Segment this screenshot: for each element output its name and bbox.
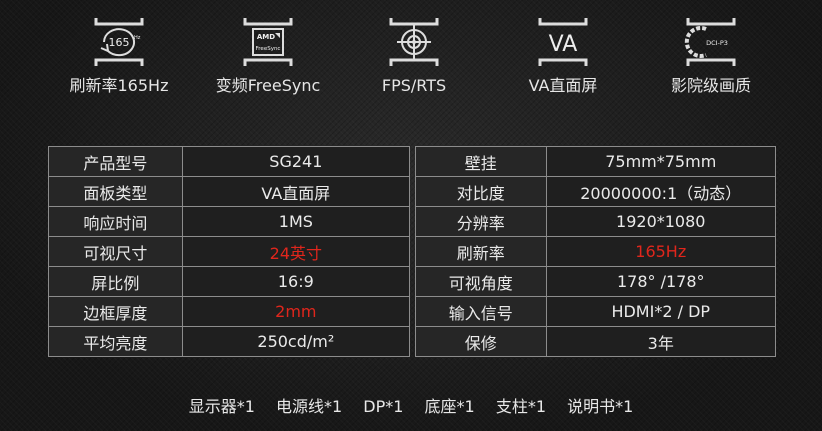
spec-key: 对比度 — [415, 176, 547, 207]
spec-row: 输入信号 HDMI*2 / DP — [415, 296, 776, 327]
spec-row: 平均亮度 250cd/m² — [48, 326, 411, 357]
spec-row: 产品型号 SG241 — [48, 146, 411, 177]
spec-value: VA直面屏 — [181, 176, 411, 207]
accessory-item: 说明书*1 — [567, 397, 634, 416]
spec-key: 产品型号 — [48, 146, 183, 177]
spec-key: 刷新率 — [415, 236, 547, 267]
spec-key: 可视角度 — [415, 266, 547, 297]
amd-freesync-icon: AMD FreeSync — [243, 18, 293, 66]
feature-label: VA直面屏 — [528, 76, 598, 95]
svg-text:FreeSync: FreeSync — [256, 46, 281, 52]
spec-key: 面板类型 — [48, 176, 183, 207]
spec-row: 壁挂 75mm*75mm — [415, 146, 776, 177]
accessory-item: DP*1 — [363, 397, 404, 416]
feature-label: 刷新率165Hz — [69, 76, 169, 95]
accessory-item: 电源线*1 — [276, 397, 343, 416]
spec-key: 响应时间 — [48, 206, 183, 237]
spec-row: 可视尺寸 24英寸 — [48, 236, 411, 267]
accessory-item: 显示器*1 — [188, 397, 255, 416]
spec-row: 边框厚度 2mm — [48, 296, 411, 327]
spec-row: 屏比例 16:9 — [48, 266, 411, 297]
spec-value: 1920*1080 — [545, 206, 776, 237]
spec-row: 可视角度 178° /178° — [415, 266, 776, 297]
feature-freesync: AMD FreeSync 变频FreeSync — [193, 12, 343, 112]
spec-value: HDMI*2 / DP — [545, 296, 776, 327]
spec-row: 面板类型 VA直面屏 — [48, 176, 411, 207]
spec-key: 壁挂 — [415, 146, 547, 177]
refresh-165hz-icon: 165 Hz — [94, 18, 144, 66]
spec-row: 分辨率 1920*1080 — [415, 206, 776, 237]
spec-key: 分辨率 — [415, 206, 547, 237]
va-panel-icon: VA — [538, 18, 588, 66]
svg-text:165: 165 — [109, 36, 130, 49]
spec-key: 边框厚度 — [48, 296, 183, 327]
spec-value: 75mm*75mm — [545, 146, 776, 177]
feature-label: FPS/RTS — [381, 76, 447, 95]
svg-text:AMD: AMD — [257, 33, 275, 41]
accessory-item: 支柱*1 — [495, 397, 546, 416]
spec-value-highlight: 2mm — [181, 296, 411, 327]
spec-value: 16:9 — [181, 266, 411, 297]
spec-key: 屏比例 — [48, 266, 183, 297]
spec-table-left: 产品型号 SG241 面板类型 VA直面屏 响应时间 1MS 可视尺寸 24英寸… — [48, 146, 411, 357]
accessories-list: 显示器*1 电源线*1 DP*1 底座*1 支柱*1 说明书*1 — [0, 393, 822, 417]
spec-value: 250cd/m² — [181, 326, 411, 357]
spec-value: 3年 — [545, 326, 776, 357]
accessory-item: 底座*1 — [424, 397, 475, 416]
feature-va-panel: VA VA直面屏 — [488, 12, 638, 112]
feature-label: 影院级画质 — [670, 76, 751, 95]
spec-value: SG241 — [181, 146, 411, 177]
spec-row: 对比度 20000000:1（动态） — [415, 176, 776, 207]
spec-value-highlight: 165Hz — [545, 236, 776, 267]
spec-value: 178° /178° — [545, 266, 776, 297]
spec-key: 保修 — [415, 326, 547, 357]
svg-text:DCI-P3: DCI-P3 — [706, 39, 728, 47]
spec-value-highlight: 24英寸 — [181, 236, 411, 267]
feature-icons-row: 165 Hz 刷新率165Hz AMD FreeSync 变频FreeSync … — [0, 12, 822, 112]
spec-key: 可视尺寸 — [48, 236, 183, 267]
spec-row: 刷新率 165Hz — [415, 236, 776, 267]
dci-p3-icon: DCI-P3 — [684, 18, 736, 66]
spec-value: 1MS — [181, 206, 411, 237]
feature-fps-rts: FPS/RTS — [339, 12, 489, 112]
spec-key: 平均亮度 — [48, 326, 183, 357]
spec-value: 20000000:1（动态） — [545, 176, 776, 207]
spec-row: 保修 3年 — [415, 326, 776, 357]
spec-row: 响应时间 1MS — [48, 206, 411, 237]
feature-refresh-rate: 165 Hz 刷新率165Hz — [44, 12, 194, 112]
svg-text:VA: VA — [549, 32, 578, 57]
feature-label: 变频FreeSync — [215, 76, 321, 95]
feature-cinema-quality: DCI-P3 影院级画质 — [636, 12, 786, 112]
crosshair-target-icon — [389, 18, 439, 66]
spec-table-right: 壁挂 75mm*75mm 对比度 20000000:1（动态） 分辨率 1920… — [415, 146, 776, 357]
spec-key: 输入信号 — [415, 296, 547, 327]
svg-text:Hz: Hz — [134, 35, 141, 41]
